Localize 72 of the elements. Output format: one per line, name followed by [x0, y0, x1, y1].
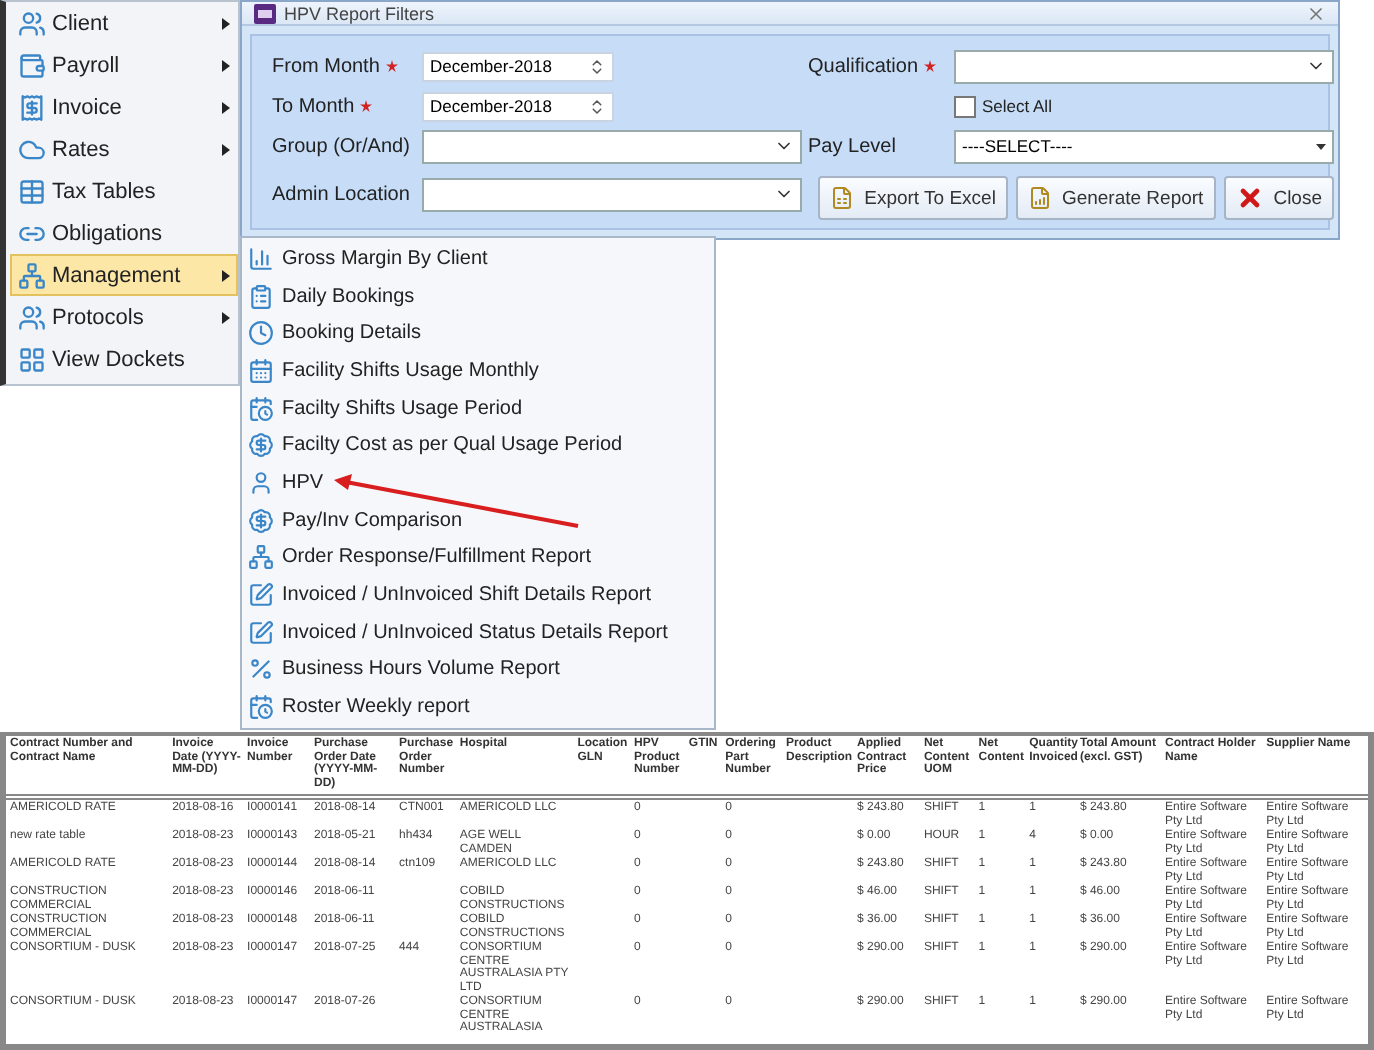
field-label: Admin Location: [272, 183, 412, 205]
field-label: Qualification: [808, 55, 948, 77]
menu-item-icon: [18, 135, 46, 163]
submenu-item[interactable]: Facility Shifts Usage Monthly: [242, 352, 714, 390]
submenu-item[interactable]: Invoiced / UnInvoiced Shift Details Report: [242, 576, 714, 614]
pay-level-dropdown[interactable]: ----SELECT----: [954, 129, 1334, 163]
menu-item[interactable]: Tax Tables: [10, 170, 238, 212]
required-icon: [360, 100, 373, 112]
spin-icon: [588, 97, 606, 115]
menu-item-icon: [18, 51, 46, 79]
spin-icon: [588, 57, 606, 75]
field-label: Group (Or/And): [272, 135, 412, 157]
window-title: HPV Report Filters: [284, 3, 437, 23]
report-icon: [1027, 186, 1052, 210]
dropdown-arrow-icon: [1316, 143, 1326, 149]
submenu-item-icon: [248, 507, 274, 534]
checkbox-label: Select All: [982, 96, 1052, 116]
menu-item-icon: [18, 177, 46, 205]
close-icon[interactable]: [1306, 3, 1326, 23]
menu-item[interactable]: Protocols: [10, 296, 238, 338]
admin-location-dropdown[interactable]: [422, 177, 802, 211]
field-label: To Month: [272, 95, 416, 117]
menu-item[interactable]: Rates: [10, 128, 238, 170]
dialog-button[interactable]: Generate Report: [1015, 176, 1216, 220]
submenu-item-icon: [248, 320, 274, 347]
submenu-item[interactable]: Invoiced / UnInvoiced Status Details Report: [242, 613, 714, 652]
submenu-item[interactable]: Gross Margin By Client: [242, 240, 714, 278]
submenu-item[interactable]: Facilty Cost as per Qual Usage Period: [242, 426, 714, 465]
required-icon: [385, 60, 398, 72]
group-dropdown[interactable]: [422, 129, 802, 163]
submenu-item-icon: [248, 357, 274, 384]
close-icon: [1235, 184, 1264, 212]
submenu-item-icon: [248, 283, 274, 310]
menu-item-icon: [18, 303, 46, 331]
field-label: Pay Level: [808, 135, 898, 157]
field-label: From Month: [272, 55, 416, 77]
menu-item[interactable]: View Dockets: [10, 338, 238, 380]
submenu-item-icon: [248, 694, 274, 721]
menu-item[interactable]: Payroll: [10, 44, 238, 86]
submenu-item-icon: [248, 619, 274, 646]
required-icon: [924, 60, 937, 72]
submenu-item[interactable]: Pay/Inv Comparison: [242, 501, 714, 539]
submenu-item[interactable]: Facilty Shifts Usage Period: [242, 389, 714, 427]
dialog-button[interactable]: Close: [1223, 176, 1334, 220]
menu-item[interactable]: Management: [10, 254, 238, 296]
submenu-item[interactable]: Business Hours Volume Report: [242, 651, 714, 689]
menu-item-icon: [18, 261, 46, 289]
submenu-item[interactable]: Booking Details: [242, 314, 714, 353]
menu-item-icon: [18, 93, 46, 121]
menu-item[interactable]: Obligations: [10, 212, 238, 254]
submenu-item[interactable]: Roster Weekly report: [242, 688, 714, 726]
submenu-item[interactable]: HPV: [242, 464, 714, 502]
submenu-item-icon: [248, 544, 274, 571]
select-all-checkbox[interactable]: [954, 95, 976, 117]
submenu-item-icon: [248, 469, 274, 496]
menu-item[interactable]: Client: [10, 2, 238, 44]
submenu-item-icon: [248, 395, 274, 422]
spreadsheet-icon: [830, 186, 855, 210]
app-icon: [254, 3, 276, 23]
submenu-item[interactable]: Order Response/Fulfillment Report: [242, 539, 714, 577]
submenu-item-icon: [248, 582, 274, 609]
submenu-item[interactable]: Daily Bookings: [242, 277, 714, 315]
month-spin-field[interactable]: December-2018: [422, 51, 614, 81]
menu-item-icon: [18, 9, 46, 37]
submenu-item-icon: [248, 245, 274, 272]
month-spin-field[interactable]: December-2018: [422, 91, 614, 121]
submenu-item-icon: [248, 432, 274, 459]
menu-item[interactable]: Invoice: [10, 86, 238, 128]
submenu-item-icon: [248, 656, 274, 683]
qualification-dropdown[interactable]: [954, 49, 1334, 83]
menu-item-icon: [18, 345, 46, 373]
dialog-button[interactable]: Export To Excel: [818, 176, 1008, 220]
